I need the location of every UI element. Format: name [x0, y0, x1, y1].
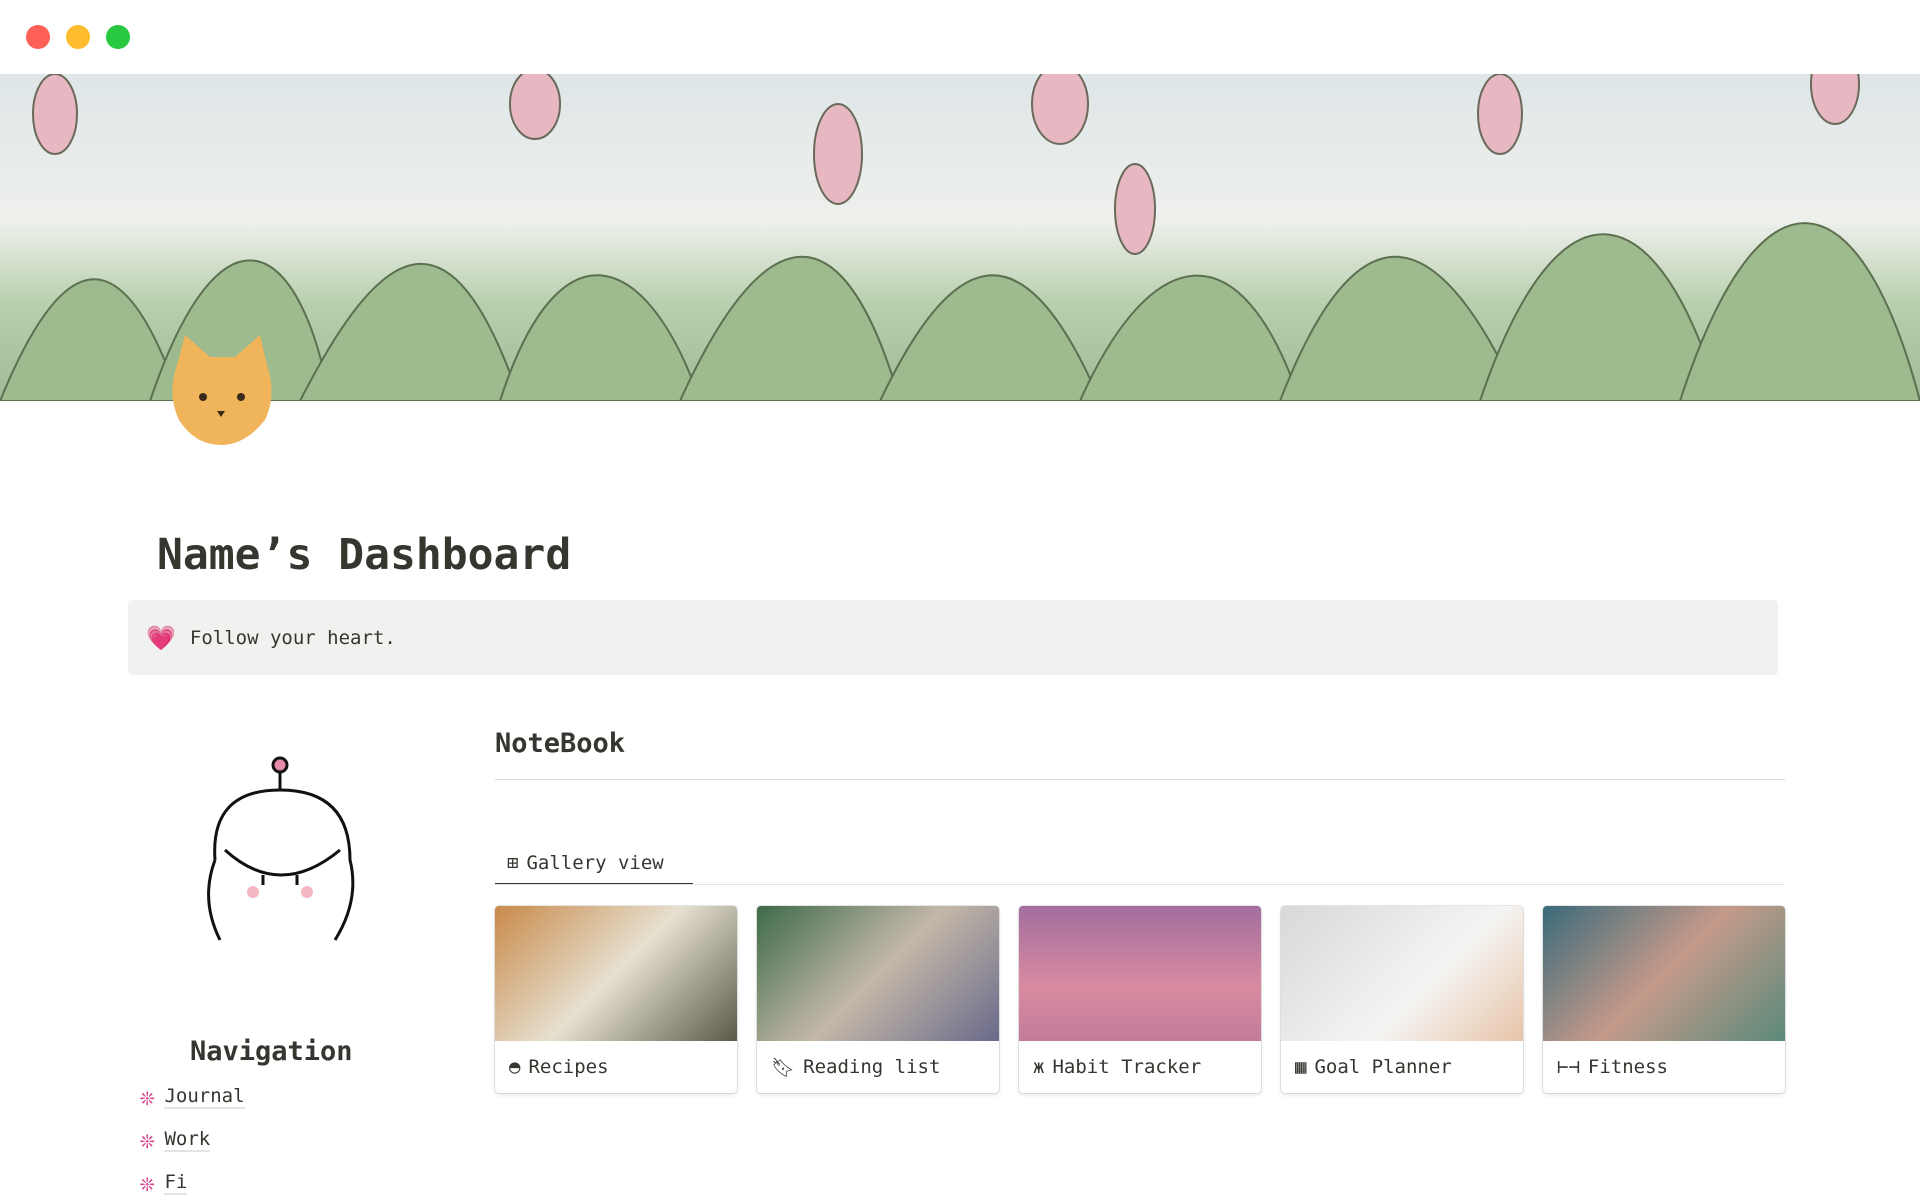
card-cover: [757, 906, 999, 1041]
nav-link[interactable]: Journal: [164, 1085, 245, 1109]
calendar-icon: ▦: [1295, 1056, 1307, 1078]
girl-illustration: [185, 750, 380, 950]
bookmark-icon: 🔖︎: [771, 1056, 796, 1079]
cat-page-icon[interactable]: [165, 335, 277, 447]
gallery-card-reading-list[interactable]: 🔖︎ Reading list: [757, 906, 999, 1093]
card-cover: [1019, 906, 1261, 1041]
nav-item-work[interactable]: ❊ Work: [140, 1126, 211, 1154]
maximize-window-button[interactable]: [106, 25, 130, 49]
minimize-window-button[interactable]: [66, 25, 90, 49]
card-cover: [1543, 906, 1785, 1041]
card-cover: [1281, 906, 1523, 1041]
nav-link[interactable]: Work: [164, 1128, 211, 1152]
notebook-heading: NoteBook: [495, 728, 626, 759]
nav-item-third[interactable]: ❊ Fi: [140, 1169, 188, 1197]
gallery-card-habit-tracker[interactable]: ж Habit Tracker: [1019, 906, 1261, 1093]
card-title: Recipes: [528, 1056, 609, 1078]
dumbbell-icon: ⊢⊣: [1557, 1056, 1580, 1078]
card-title: Habit Tracker: [1052, 1056, 1202, 1078]
butterfly-icon: ж: [1033, 1056, 1045, 1078]
bowl-icon: ◓: [509, 1056, 521, 1078]
callout-text: Follow your heart.: [189, 626, 396, 649]
sparkle-icon: ❊: [140, 1126, 155, 1154]
sparkle-icon: ❊: [140, 1169, 155, 1197]
page-title: Name’s Dashboard: [157, 530, 572, 580]
tab-label: Gallery view: [526, 852, 664, 874]
gallery-card-fitness[interactable]: ⊢⊣ Fitness: [1543, 906, 1785, 1093]
gallery-card-goal-planner[interactable]: ▦ Goal Planner: [1281, 906, 1523, 1093]
close-window-button[interactable]: [26, 25, 50, 49]
tab-gallery-view[interactable]: ⊞ Gallery view: [495, 843, 693, 885]
cover-image: [0, 43, 1920, 402]
gallery-grid-icon: ⊞: [507, 852, 519, 874]
callout: 💗 Follow your heart.: [128, 600, 1778, 675]
pink-heart-icon: 💗: [146, 623, 176, 652]
nav-link[interactable]: Fi: [164, 1171, 188, 1195]
sparkle-icon: ❊: [140, 1083, 155, 1111]
tab-divider: [495, 884, 1785, 885]
card-title: Reading list: [803, 1056, 941, 1078]
navigation-heading: Navigation: [190, 1036, 353, 1067]
card-title: Goal Planner: [1314, 1056, 1452, 1078]
card-cover: [495, 906, 737, 1041]
divider: [495, 779, 1785, 780]
nav-item-journal[interactable]: ❊ Journal: [140, 1083, 245, 1111]
gallery-card-recipes[interactable]: ◓ Recipes: [495, 906, 737, 1093]
card-title: Fitness: [1587, 1056, 1668, 1078]
